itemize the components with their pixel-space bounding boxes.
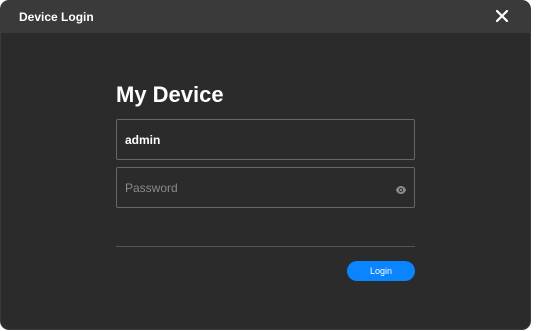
device-name-heading: My Device [116,82,224,107]
login-button[interactable]: Login [347,261,415,281]
dialog-title: Device Login [19,10,94,24]
username-input[interactable] [125,120,385,159]
eye-icon[interactable] [395,182,407,194]
login-dialog: Device Login My Device Login [1,1,530,329]
password-input[interactable] [125,168,385,207]
close-icon[interactable] [494,8,510,24]
form-divider [116,246,415,247]
title-bar: Device Login [1,1,530,33]
password-field-box [116,167,415,208]
username-field-box [116,119,415,160]
